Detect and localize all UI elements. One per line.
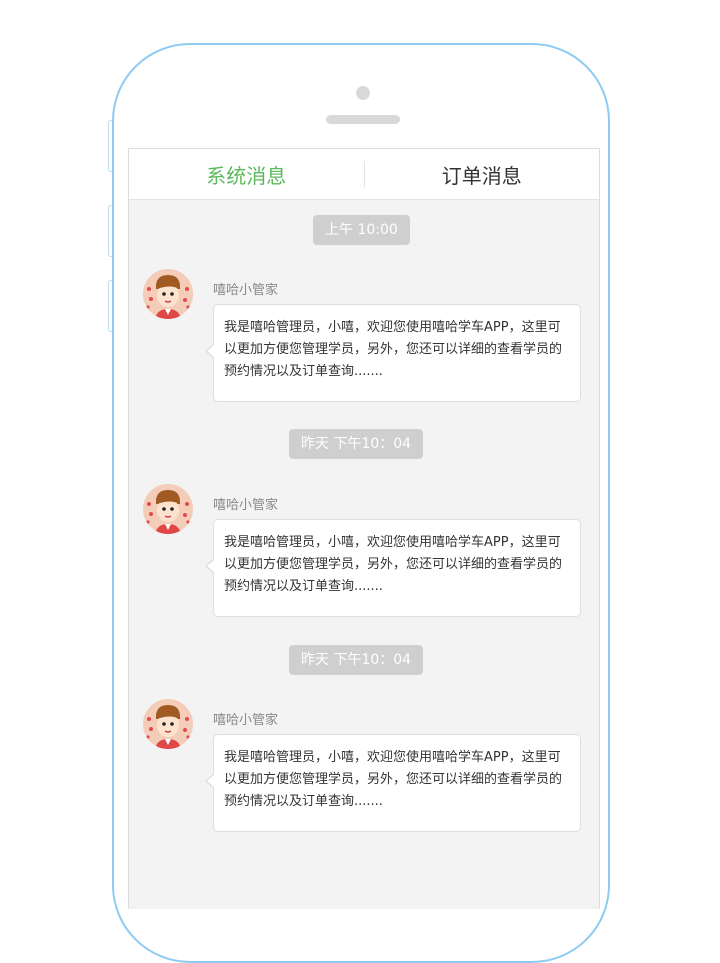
message-time-badge: 上午 10:00 <box>313 215 410 245</box>
message-bubble[interactable]: 我是嘻哈管理员，小嘻，欢迎您使用嘻哈学车APP，这里可以更加方便您管理学员，另外… <box>205 304 581 402</box>
camera-icon <box>356 86 370 100</box>
message-bubble[interactable]: 我是嘻哈管理员，小嘻，欢迎您使用嘻哈学车APP，这里可以更加方便您管理学员，另外… <box>205 734 581 832</box>
sender-name: 嘻哈小管家 <box>213 498 279 513</box>
message-time-badge: 昨天 下午10：04 <box>289 645 424 675</box>
avatar-icon[interactable] <box>143 699 193 749</box>
avatar-icon[interactable] <box>143 269 193 319</box>
speaker-icon <box>326 115 400 124</box>
app-screen: 系统消息 订单消息 上午 10:00 嘻哈小管家 我是嘻哈管理员，小嘻，欢迎您使… <box>128 148 600 909</box>
sender-name: 嘻哈小管家 <box>213 713 279 728</box>
sender-name: 嘻哈小管家 <box>213 283 279 298</box>
message-time-badge: 昨天 下午10：04 <box>289 429 424 459</box>
tab-bar: 系统消息 订单消息 <box>129 149 599 200</box>
tab-system-messages[interactable]: 系统消息 <box>129 160 364 189</box>
message-bubble[interactable]: 我是嘻哈管理员，小嘻，欢迎您使用嘻哈学车APP，这里可以更加方便您管理学员，另外… <box>205 519 581 617</box>
avatar-icon[interactable] <box>143 484 193 534</box>
tab-order-messages[interactable]: 订单消息 <box>365 160 600 189</box>
